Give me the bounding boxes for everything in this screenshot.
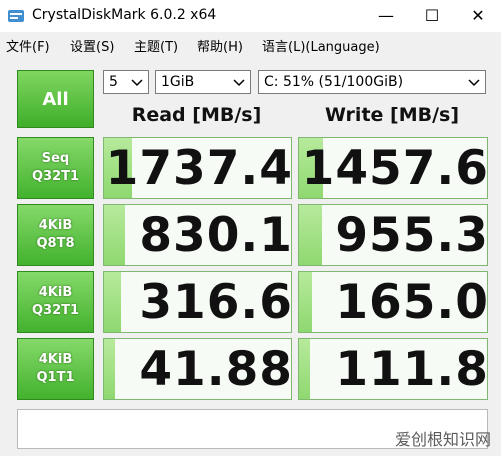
menu-language[interactable]: 语言(L)(Language) [262,36,380,55]
chevron-down-icon [233,79,245,87]
test-count-value: 5 [109,74,118,90]
test-button-4kib-q32t1[interactable]: 4KiB Q32T1 [17,271,94,333]
close-button[interactable]: ✕ [455,0,501,32]
test-button-seq-q32t1[interactable]: Seq Q32T1 [17,137,94,199]
chevron-down-icon [131,79,143,87]
drive-value: C: 51% (51/100GiB) [264,74,404,90]
window-title: CrystalDiskMark 6.0.2 x64 [32,7,217,23]
menu-file[interactable]: 文件(F) [6,36,50,55]
row-label-line1: Seq [41,151,70,166]
test-size-value: 1GiB [161,74,195,90]
read-result-seq-q32t1: 1737.4 [103,137,292,199]
row-label-line1: 4KiB [38,352,73,367]
menu-help[interactable]: 帮助(H) [197,36,243,55]
write-bar-fill [299,339,311,399]
write-bar-fill [299,205,322,265]
write-value: 955.3 [335,208,488,263]
write-value: 111.8 [335,342,488,397]
read-bar-fill [104,205,125,265]
write-value: 1457.6 [301,141,488,196]
menu-theme[interactable]: 主题(T) [134,36,178,55]
watermark-text: 爱创根知识网 [394,430,491,449]
write-result-4kib-q8t8: 955.3 [298,204,488,266]
all-button[interactable]: All [17,70,94,128]
read-value: 41.88 [139,342,292,397]
read-result-4kib-q8t8: 830.1 [103,204,292,266]
title-bar: CrystalDiskMark 6.0.2 x64 — ☐ ✕ [0,0,501,32]
row-label-line2: Q32T1 [31,169,80,184]
write-header: Write [MB/s] [324,104,460,126]
row-label-line2: Q8T8 [36,236,75,251]
minimize-button[interactable]: — [363,0,409,32]
write-result-4kib-q32t1: 165.0 [298,271,488,333]
read-bar-fill [104,339,116,399]
read-value: 830.1 [139,208,292,263]
test-button-4kib-q1t1[interactable]: 4KiB Q1T1 [17,338,94,400]
row-label-line2: Q32T1 [31,303,80,318]
menu-bar: 文件(F) 设置(S) 主题(T) 帮助(H) 语言(L)(Language) [0,32,501,58]
row-label-line1: 4KiB [38,285,73,300]
main-panel: All 5 1GiB C: 51% (51/100GiB) Read [MB/s… [8,62,493,454]
chevron-down-icon [468,79,480,87]
maximize-button[interactable]: ☐ [409,0,455,32]
test-count-select[interactable]: 5 [103,70,149,94]
write-result-4kib-q1t1: 111.8 [298,338,488,400]
test-button-4kib-q8t8[interactable]: 4KiB Q8T8 [17,204,94,266]
row-label-line2: Q1T1 [36,370,75,385]
test-size-select[interactable]: 1GiB [155,70,251,94]
app-icon [8,10,24,22]
write-result-seq-q32t1: 1457.6 [298,137,488,199]
read-value: 1737.4 [105,141,292,196]
write-bar-fill [299,272,313,332]
drive-select[interactable]: C: 51% (51/100GiB) [258,70,486,94]
read-result-4kib-q32t1: 316.6 [103,271,292,333]
row-label-line1: 4KiB [38,218,73,233]
read-header: Read [MB/s] [131,104,262,126]
read-bar-fill [104,272,121,332]
read-value: 316.6 [139,275,292,330]
read-result-4kib-q1t1: 41.88 [103,338,292,400]
write-value: 165.0 [335,275,488,330]
menu-settings[interactable]: 设置(S) [70,36,114,55]
